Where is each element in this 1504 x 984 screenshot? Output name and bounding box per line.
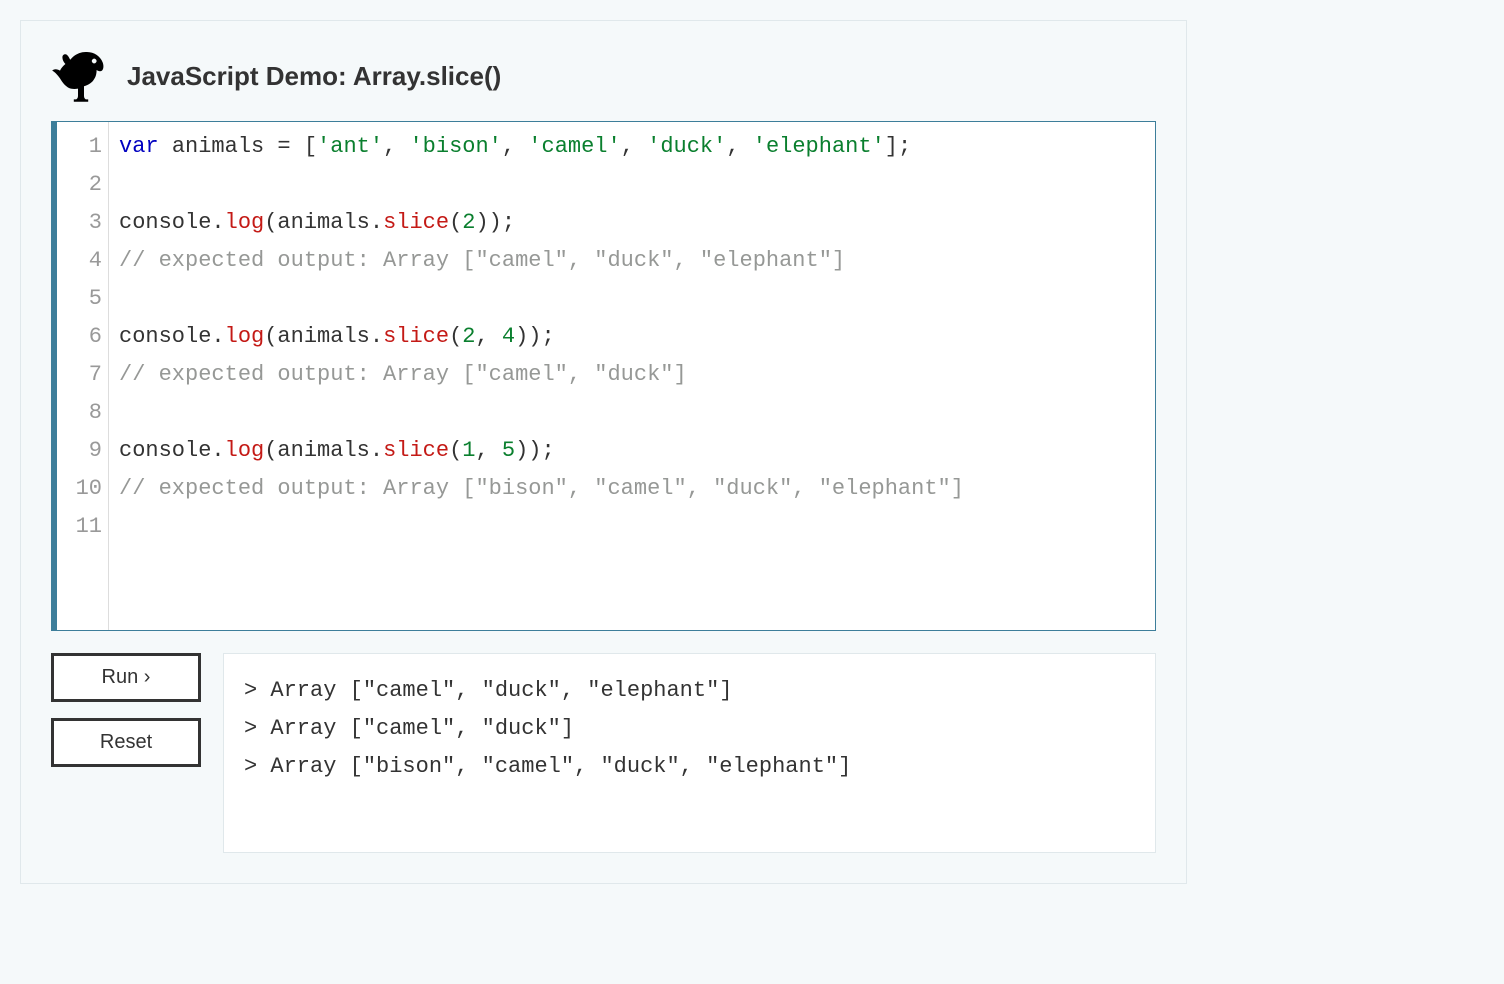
line-gutter: 1234567891011: [57, 122, 109, 630]
line-number: 4: [57, 242, 102, 280]
console-output: > Array ["camel", "duck", "elephant"] > …: [223, 653, 1156, 853]
code-line: // expected output: Array ["camel", "duc…: [119, 356, 964, 394]
code-area[interactable]: var animals = ['ant', 'bison', 'camel', …: [109, 122, 974, 630]
dino-logo-icon: [51, 49, 111, 103]
code-line: [119, 394, 964, 432]
button-group: Run › Reset: [51, 653, 201, 853]
code-line: console.log(animals.slice(2, 4));: [119, 318, 964, 356]
demo-container: JavaScript Demo: Array.slice() 123456789…: [20, 20, 1187, 884]
code-line: var animals = ['ant', 'bison', 'camel', …: [119, 128, 964, 166]
line-number: 5: [57, 280, 102, 318]
code-line: console.log(animals.slice(2));: [119, 204, 964, 242]
line-number: 9: [57, 432, 102, 470]
line-number: 3: [57, 204, 102, 242]
code-line: // expected output: Array ["camel", "duc…: [119, 242, 964, 280]
code-editor[interactable]: 1234567891011 var animals = ['ant', 'bis…: [51, 121, 1156, 631]
line-number: 7: [57, 356, 102, 394]
bottom-row: Run › Reset > Array ["camel", "duck", "e…: [51, 653, 1156, 853]
reset-button[interactable]: Reset: [51, 718, 201, 767]
line-number: 10: [57, 470, 102, 508]
code-line: console.log(animals.slice(1, 5));: [119, 432, 964, 470]
code-line: // expected output: Array ["bison", "cam…: [119, 470, 964, 508]
line-number: 8: [57, 394, 102, 432]
code-line: [119, 166, 964, 204]
code-line: [119, 280, 964, 318]
code-line: [119, 508, 964, 546]
header: JavaScript Demo: Array.slice(): [51, 49, 1156, 103]
line-number: 1: [57, 128, 102, 166]
line-number: 2: [57, 166, 102, 204]
page-title: JavaScript Demo: Array.slice(): [127, 61, 501, 92]
line-number: 11: [57, 508, 102, 546]
run-button[interactable]: Run ›: [51, 653, 201, 702]
line-number: 6: [57, 318, 102, 356]
